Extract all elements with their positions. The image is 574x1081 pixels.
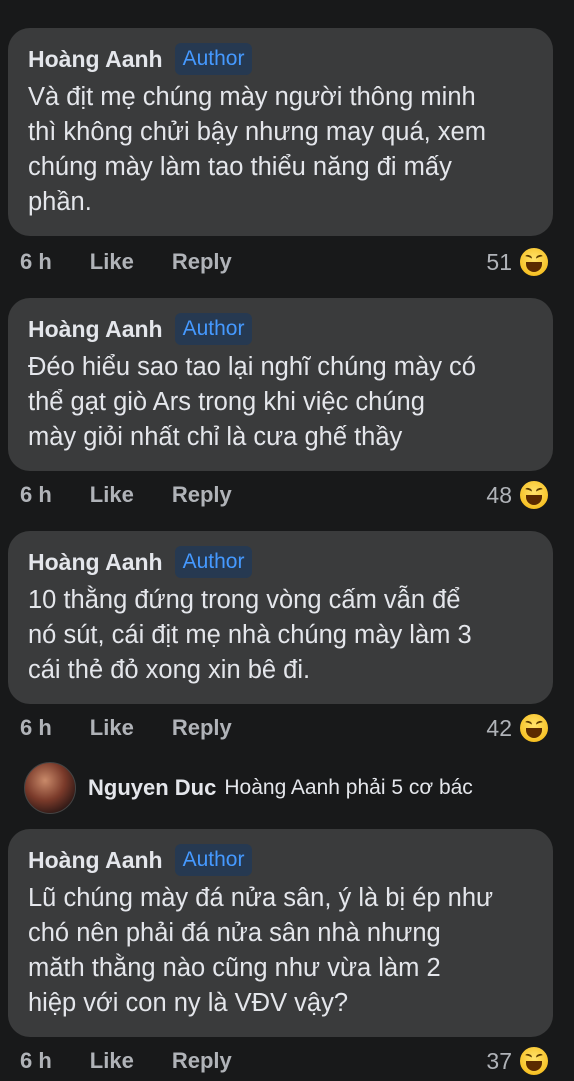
reply-author-name[interactable]: Nguyen Duc bbox=[88, 775, 216, 801]
reactions[interactable]: 48 bbox=[486, 479, 550, 511]
comment-bubble: Hoàng Aanh Author Và địt mẹ chúng mày ng… bbox=[8, 28, 553, 236]
timestamp[interactable]: 6 h bbox=[20, 715, 52, 741]
timestamp[interactable]: 6 h bbox=[20, 249, 52, 275]
reaction-count: 37 bbox=[486, 1047, 512, 1074]
like-button[interactable]: Like bbox=[90, 1048, 134, 1074]
reply-button[interactable]: Reply bbox=[172, 1048, 232, 1074]
comment-2: Hoàng Aanh Author Đéo hiểu sao tao lại n… bbox=[8, 298, 553, 471]
author-name[interactable]: Hoàng Aanh bbox=[28, 549, 163, 576]
author-badge: Author bbox=[174, 844, 253, 876]
comment-text: 10 thằng đứng trong vòng cấm vẫn để nó s… bbox=[28, 586, 472, 684]
reply-text: Hoàng Aanh phải 5 cơ bác bbox=[224, 776, 473, 799]
like-button[interactable]: Like bbox=[90, 249, 134, 275]
comment-actions-4: 6 h Like Reply 37 bbox=[20, 1041, 550, 1081]
like-button[interactable]: Like bbox=[90, 715, 134, 741]
reply-button[interactable]: Reply bbox=[172, 482, 232, 508]
comment-text: Và địt mẹ chúng mày người thông minh thì… bbox=[28, 83, 486, 216]
reactions[interactable]: 51 bbox=[486, 246, 550, 278]
comment-1: Hoàng Aanh Author Và địt mẹ chúng mày ng… bbox=[8, 28, 553, 236]
reply-button[interactable]: Reply bbox=[172, 249, 232, 275]
comment-text: Lũ chúng mày đá nửa sân, ý là bị ép như … bbox=[28, 884, 494, 1017]
author-badge: Author bbox=[174, 313, 253, 345]
comment-actions-3: 6 h Like Reply 42 bbox=[20, 708, 550, 748]
author-name[interactable]: Hoàng Aanh bbox=[28, 847, 163, 874]
comment-actions-2: 6 h Like Reply 48 bbox=[20, 475, 550, 515]
comment-text: Đéo hiểu sao tao lại nghĩ chúng mày có t… bbox=[28, 353, 476, 451]
reactions[interactable]: 42 bbox=[486, 712, 550, 744]
author-badge: Author bbox=[174, 546, 253, 578]
author-name[interactable]: Hoàng Aanh bbox=[28, 46, 163, 73]
comment-bubble: Hoàng Aanh Author 10 thằng đứng trong vò… bbox=[8, 531, 553, 704]
comment-3: Hoàng Aanh Author 10 thằng đứng trong vò… bbox=[8, 531, 553, 704]
laughing-emoji-icon bbox=[518, 246, 550, 278]
reply-preview[interactable]: Nguyen Duc Hoàng Aanh phải 5 cơ bác bbox=[24, 762, 473, 814]
laughing-emoji-icon bbox=[518, 479, 550, 511]
reaction-count: 42 bbox=[486, 714, 512, 741]
comment-bubble: Hoàng Aanh Author Lũ chúng mày đá nửa sâ… bbox=[8, 829, 553, 1037]
reply-button[interactable]: Reply bbox=[172, 715, 232, 741]
author-name[interactable]: Hoàng Aanh bbox=[28, 316, 163, 343]
author-badge: Author bbox=[174, 43, 253, 75]
comment-bubble: Hoàng Aanh Author Đéo hiểu sao tao lại n… bbox=[8, 298, 553, 471]
comment-actions-1: 6 h Like Reply 51 bbox=[20, 242, 550, 282]
reaction-count: 51 bbox=[486, 248, 512, 275]
laughing-emoji-icon bbox=[518, 1045, 550, 1077]
timestamp[interactable]: 6 h bbox=[20, 482, 52, 508]
laughing-emoji-icon bbox=[518, 712, 550, 744]
avatar[interactable] bbox=[24, 762, 76, 814]
comment-4: Hoàng Aanh Author Lũ chúng mày đá nửa sâ… bbox=[8, 829, 553, 1037]
timestamp[interactable]: 6 h bbox=[20, 1048, 52, 1074]
reactions[interactable]: 37 bbox=[486, 1045, 550, 1077]
reaction-count: 48 bbox=[486, 481, 512, 508]
like-button[interactable]: Like bbox=[90, 482, 134, 508]
